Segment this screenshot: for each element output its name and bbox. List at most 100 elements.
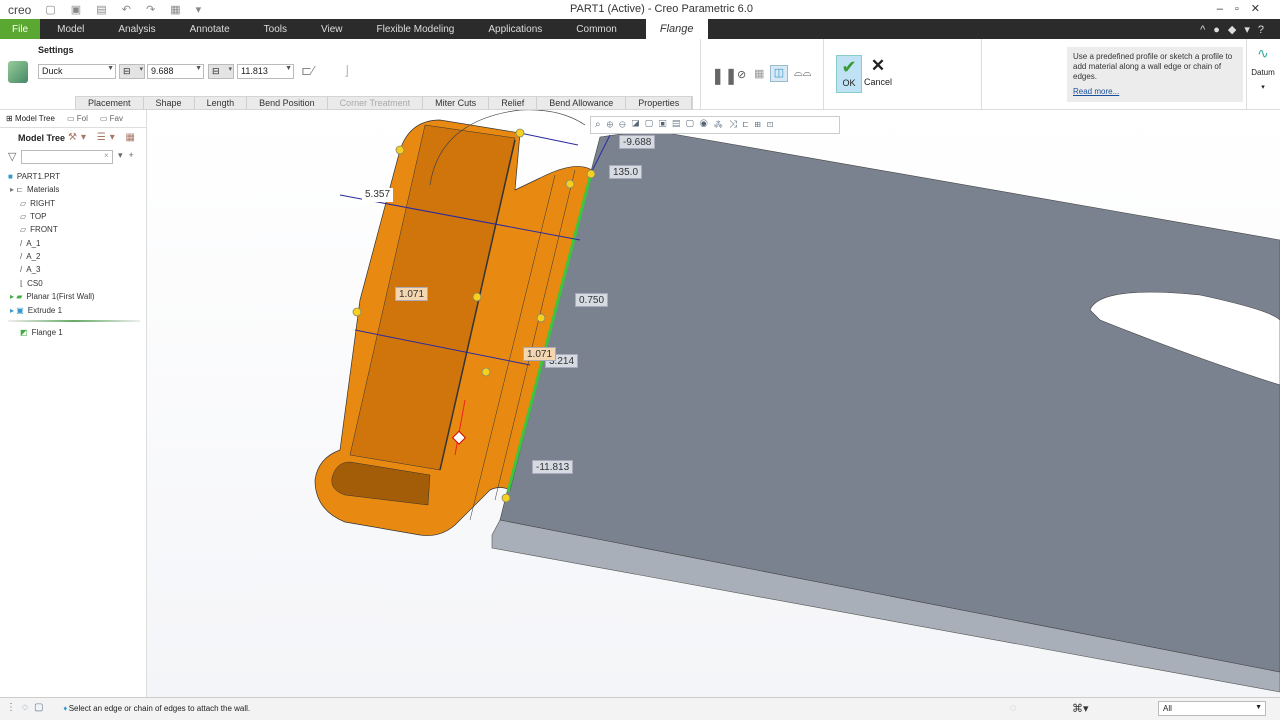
binoculars-icon[interactable]: ⌘▾ <box>1072 702 1089 715</box>
tree-item-a1[interactable]: / A_1 <box>20 239 40 248</box>
tree-search-input[interactable] <box>21 150 113 164</box>
dim-label-d1[interactable]: -9.688 <box>619 135 656 149</box>
tree-label: Flange 1 <box>31 328 63 337</box>
tab-tools[interactable]: Tools <box>247 19 304 39</box>
tree-item-planar1[interactable]: ▸ ▰ Planar 1(First Wall) <box>10 292 95 301</box>
tree-item-cs0[interactable]: ⌊ CS0 <box>20 279 43 288</box>
tree-add-icons[interactable]: ▾+ <box>118 150 140 161</box>
tab-applications[interactable]: Applications <box>471 19 559 39</box>
tree-item-flange1[interactable]: ◩ Flange 1 <box>20 328 63 337</box>
quick-access-toolbar[interactable]: ▢ ▣ ▤ ↶ ↷ ▦ ▾ <box>45 3 207 16</box>
subtab-length[interactable]: Length <box>195 97 248 109</box>
ok-button[interactable]: ✔ OK <box>836 55 862 93</box>
tab-model[interactable]: Model <box>40 19 101 39</box>
tab-file[interactable]: File <box>0 19 41 39</box>
subtab-placement[interactable]: Placement <box>76 97 144 109</box>
flange-icon: ◩ <box>20 328 28 337</box>
datum-button[interactable]: ∿ Datum ▾ <box>1250 45 1276 91</box>
status-bar: ⋮◌▢ ➧Select an edge or chain of edges to… <box>0 697 1280 720</box>
relief-icon[interactable]: ⌋ <box>344 63 349 79</box>
tab-folder-browser[interactable]: ▭ Fol <box>61 114 94 123</box>
subtab-miter-cuts[interactable]: Miter Cuts <box>423 97 490 109</box>
tree-item-top[interactable]: ▱ TOP <box>20 212 46 221</box>
tree-label: Materials <box>26 185 60 194</box>
subtab-bend-allowance[interactable]: Bend Allowance <box>537 97 627 109</box>
plane-icon: ▱ <box>20 199 27 208</box>
tree-label: A_3 <box>26 265 41 274</box>
tree-item-a3[interactable]: / A_3 <box>20 265 40 274</box>
tab-flange[interactable]: Flange <box>645 19 708 39</box>
tree-item-materials[interactable]: ▸ ⊏ Materials <box>10 185 59 194</box>
dim-label-d2[interactable]: 135.0 <box>609 165 643 179</box>
graphics-viewport[interactable]: ⌕⊕⊖◪▢▣▤▢◉⁂⤨⊏⊞⊡ -9.688 135.0 5.357 1.071 … <box>147 110 1280 697</box>
title-bar: creo ▢ ▣ ▤ ↶ ↷ ▦ ▾ PART1 (Active) - Creo… <box>0 0 1280 19</box>
tab-model-tree[interactable]: ⊞ Model Tree <box>0 114 61 123</box>
ribbon-tabs: File Model Analysis Annotate Tools View … <box>0 19 1280 39</box>
cancel-label: Cancel <box>864 77 893 87</box>
tree-label: Planar 1(First Wall) <box>26 292 95 301</box>
tab-flexible-modeling[interactable]: Flexible Modeling <box>360 19 472 39</box>
plane-icon: ▱ <box>20 225 27 234</box>
settings-label: Settings <box>38 45 74 55</box>
length-type-dropdown[interactable]: ⊟ ▾ <box>119 64 145 79</box>
filter-icon[interactable]: ▽ <box>8 150 16 163</box>
model-tree-header: Model Tree <box>18 133 66 143</box>
length2-field[interactable]: 11.813 ▼ <box>237 64 294 79</box>
tab-common[interactable]: Common <box>559 19 634 39</box>
tree-item-front[interactable]: ▱ FRONT <box>20 225 58 234</box>
glasses-icon[interactable]: ⌓⌓ <box>794 67 811 80</box>
subtab-corner-treatment[interactable]: Corner Treatment <box>328 97 424 109</box>
dim-label-d6[interactable]: 1.071 <box>523 347 557 361</box>
length2-type-dropdown[interactable]: ⊟ ▾ <box>208 64 234 79</box>
pause-icon[interactable]: ❚❚ <box>711 66 738 86</box>
subtab-shape[interactable]: Shape <box>144 97 195 109</box>
creo-logo: creo <box>8 2 32 17</box>
subtab-relief[interactable]: Relief <box>489 97 538 109</box>
tab-analysis[interactable]: Analysis <box>101 19 172 39</box>
no-preview-icon[interactable]: ⊘ <box>737 68 746 81</box>
tree-settings-icons[interactable]: ⚒▾ ☰▾ ▦ <box>68 132 139 143</box>
axis-icon: / <box>20 252 23 261</box>
subtab-properties[interactable]: Properties <box>626 97 693 109</box>
insert-indicator[interactable] <box>8 320 140 322</box>
tree-item-extrude1[interactable]: ▸ ▣ Extrude 1 <box>10 306 62 315</box>
clear-icon[interactable]: × <box>104 151 109 160</box>
tree-item-right[interactable]: ▱ RIGHT <box>20 199 55 208</box>
filter-value: All <box>1163 704 1172 713</box>
tab-favorites[interactable]: ▭ Fav <box>94 114 129 123</box>
status-message: ➧Select an edge or chain of edges to att… <box>62 704 251 713</box>
subtab-bend-position[interactable]: Bend Position <box>247 97 328 109</box>
dim-label-d5[interactable]: 0.750 <box>575 293 609 307</box>
flip-icon[interactable]: ⊏⁄ <box>301 63 314 79</box>
help-text: Use a predefined profile or sketch a pro… <box>1073 52 1233 81</box>
tab-annotate[interactable]: Annotate <box>173 19 247 39</box>
selection-filter[interactable]: All ▼ <box>1158 701 1266 716</box>
dim-label-d8[interactable]: -11.813 <box>532 460 574 474</box>
sheet-plate <box>499 129 1280 673</box>
status-text: Select an edge or chain of edges to atta… <box>68 704 251 713</box>
status-icons[interactable]: ⋮◌▢ <box>6 702 49 713</box>
verify-icon[interactable]: ◫ <box>770 65 788 82</box>
part-icon: ■ <box>8 172 13 181</box>
model-canvas[interactable] <box>147 110 1280 697</box>
model-tree-panel: ⊞ Model Tree ▭ Fol ▭ Fav Model Tree ⚒▾ ☰… <box>0 110 147 697</box>
shape-value: Duck <box>42 66 63 76</box>
window-controls[interactable]: –▫✕ <box>1217 2 1272 15</box>
tree-item-part[interactable]: ■ PART1.PRT <box>8 172 60 181</box>
preview-icon[interactable]: ▦ <box>754 67 764 80</box>
dim-label-d3[interactable]: 5.357 <box>362 188 394 202</box>
graphics-toolbar[interactable]: ⌕⊕⊖◪▢▣▤▢◉⁂⤨⊏⊞⊡ <box>590 116 840 134</box>
tab-folder-label: Fol <box>76 114 88 123</box>
csys-icon: ⌊ <box>20 279 24 288</box>
help-icons[interactable]: ^●◆▾? <box>1200 19 1280 39</box>
length1-field[interactable]: 9.688 ▼ <box>147 64 204 79</box>
cancel-button[interactable]: ✕ Cancel <box>864 55 892 87</box>
shape-select[interactable]: Duck ▼ <box>38 64 116 79</box>
ok-label: OK <box>842 78 856 88</box>
dim-label-d4[interactable]: 1.071 <box>395 287 429 301</box>
read-more-link[interactable]: Read more... <box>1073 87 1237 97</box>
tree-item-a2[interactable]: / A_2 <box>20 252 40 261</box>
tab-view[interactable]: View <box>304 19 360 39</box>
datum-icon: ∿ <box>1257 45 1269 61</box>
regen-icon[interactable]: ◌ <box>1010 702 1017 714</box>
